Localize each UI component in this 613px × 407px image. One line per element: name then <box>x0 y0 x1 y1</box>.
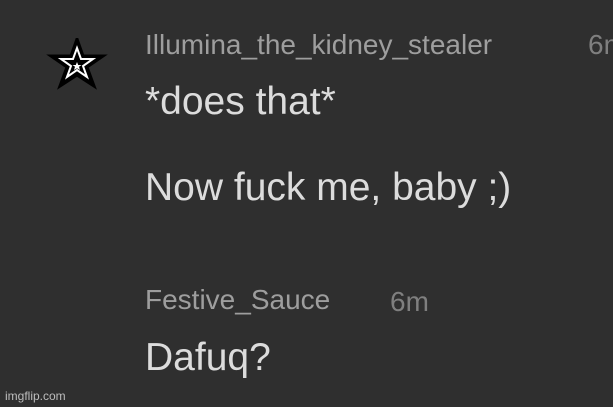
chat-screenshot: Illumina_the_kidney_stealer 6m *does tha… <box>0 0 613 407</box>
message-timestamp: 6m <box>588 29 613 60</box>
star-icon[interactable] <box>44 34 110 92</box>
message-timestamp: 6m <box>390 286 429 317</box>
message-text: Dafuq? <box>145 336 271 379</box>
message-username[interactable]: Festive_Sauce <box>145 283 330 317</box>
message-username[interactable]: Illumina_the_kidney_stealer <box>145 28 492 62</box>
imgflip-watermark: imgflip.com <box>5 389 66 403</box>
message-text: Now fuck me, baby ;) <box>145 166 512 209</box>
message-text: *does that* <box>145 80 336 123</box>
